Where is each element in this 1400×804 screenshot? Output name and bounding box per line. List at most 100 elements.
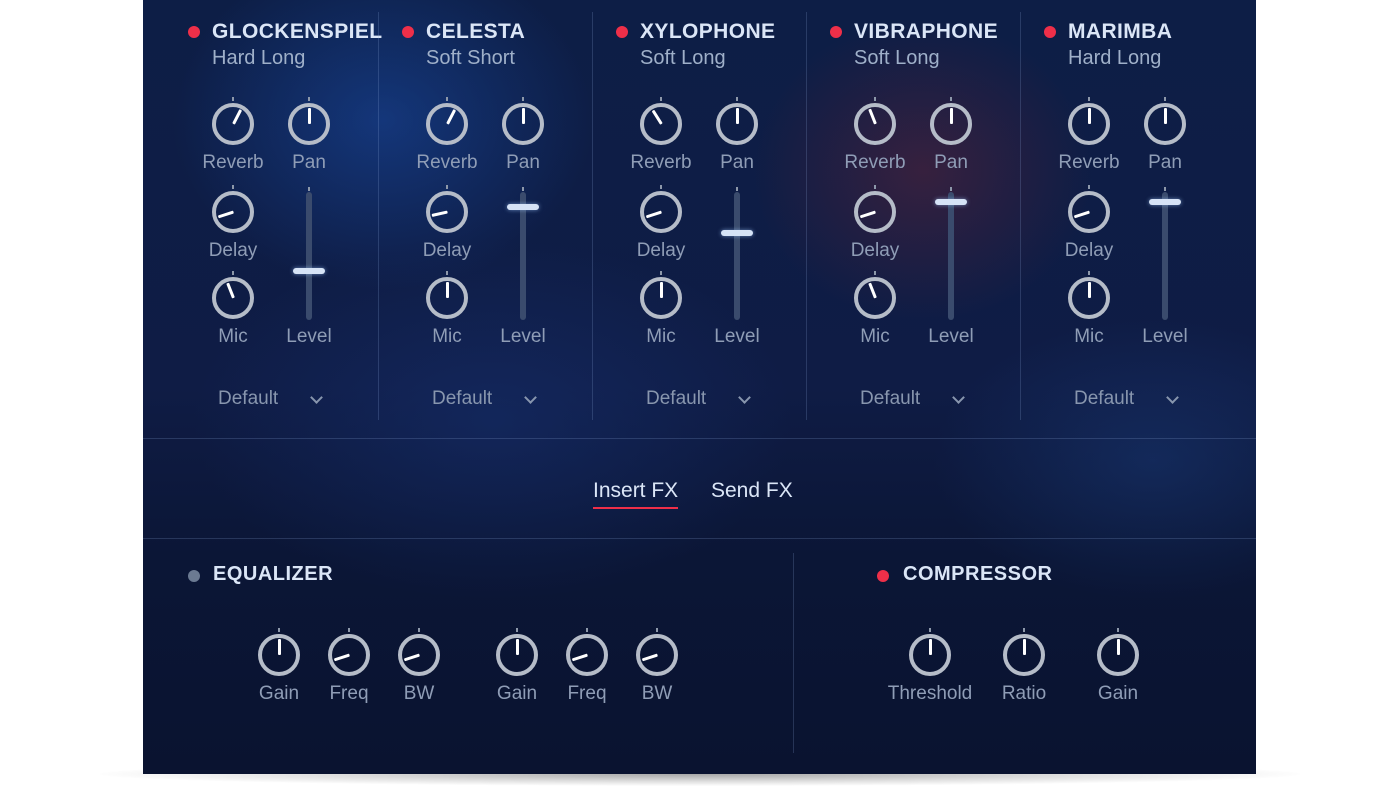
compressor-ratio-center-tick: [1023, 628, 1025, 632]
channel-name: XYLOPHONE: [640, 20, 776, 43]
tab-send-fx[interactable]: Send FX: [711, 479, 793, 503]
pan-center-tick: [522, 97, 524, 101]
eq-band2-freq-knob[interactable]: [566, 628, 608, 676]
eq-band2-gain-center-tick: [516, 628, 518, 632]
channel-preset-name: Soft Long: [640, 47, 726, 69]
eq-band1-gain-knob[interactable]: [258, 628, 300, 676]
reverb-knob[interactable]: [1068, 97, 1110, 145]
reverb-knob[interactable]: [854, 97, 896, 145]
level-fader-handle[interactable]: [293, 268, 325, 275]
channel-power-led-icon[interactable]: [402, 26, 414, 38]
pan-knob[interactable]: [1144, 97, 1186, 145]
level-fader-track[interactable]: [734, 192, 740, 320]
compressor-threshold-knob[interactable]: [909, 628, 951, 676]
preset-dropdown[interactable]: Default: [1074, 388, 1134, 410]
mic-center-tick: [232, 271, 234, 275]
delay-knob[interactable]: [212, 185, 254, 233]
reverb-knob[interactable]: [426, 97, 468, 145]
pan-knob[interactable]: [716, 97, 758, 145]
delay-center-tick: [1088, 185, 1090, 189]
pan-center-tick: [1164, 97, 1166, 101]
pan-pointer: [1163, 108, 1167, 124]
chevron-down-icon[interactable]: [738, 391, 751, 404]
pan-label: Pan: [506, 152, 540, 173]
level-fader-tick: [1164, 187, 1166, 191]
compressor-ratio-knob[interactable]: [1003, 628, 1045, 676]
mic-knob[interactable]: [854, 271, 896, 319]
level-fader-track[interactable]: [1162, 192, 1168, 320]
compressor-gain-knob[interactable]: [1097, 628, 1139, 676]
chevron-down-icon[interactable]: [310, 391, 323, 404]
channel-power-led-icon[interactable]: [1044, 26, 1056, 38]
eq-band2-bw-knob[interactable]: [636, 628, 678, 676]
level-fader-handle[interactable]: [507, 204, 539, 211]
eq-band1-gain-center-tick: [278, 628, 280, 632]
channel-power-led-icon[interactable]: [830, 26, 842, 38]
reverb-pointer: [1087, 108, 1091, 124]
level-label: Level: [714, 326, 760, 347]
delay-center-tick: [874, 185, 876, 189]
level-label: Level: [1142, 326, 1188, 347]
mic-knob[interactable]: [426, 271, 468, 319]
pan-knob[interactable]: [930, 97, 972, 145]
mic-center-tick: [660, 271, 662, 275]
level-fader-track[interactable]: [306, 192, 312, 320]
chevron-down-icon[interactable]: [1166, 391, 1179, 404]
delay-pointer: [859, 210, 876, 219]
eq-band1-bw-knob[interactable]: [398, 628, 440, 676]
mic-knob[interactable]: [212, 271, 254, 319]
mic-knob[interactable]: [640, 271, 682, 319]
instrument-panel: GLOCKENSPIEL Hard Long Reverb Pan Delay Mic Le…: [143, 0, 1256, 774]
preset-dropdown[interactable]: Default: [860, 388, 920, 410]
pan-knob[interactable]: [502, 97, 544, 145]
level-fader-track[interactable]: [520, 192, 526, 320]
preset-dropdown[interactable]: Default: [646, 388, 706, 410]
mic-center-tick: [874, 271, 876, 275]
reverb-center-tick: [446, 97, 448, 101]
level-fader-handle[interactable]: [1149, 199, 1181, 206]
delay-pointer: [1073, 210, 1090, 219]
chevron-down-icon[interactable]: [952, 391, 965, 404]
delay-label: Delay: [1064, 240, 1114, 261]
level-fader-handle[interactable]: [721, 229, 753, 236]
pan-label: Pan: [934, 152, 968, 173]
delay-knob[interactable]: [854, 185, 896, 233]
delay-pointer: [645, 210, 662, 219]
eq-band2-bw-pointer: [641, 653, 658, 662]
eq-band1-freq-knob[interactable]: [328, 628, 370, 676]
eq-band1-freq-pointer: [333, 653, 350, 662]
reverb-knob[interactable]: [640, 97, 682, 145]
level-fader-track[interactable]: [948, 192, 954, 320]
eq-band1-bw-pointer: [403, 653, 420, 662]
pan-knob[interactable]: [288, 97, 330, 145]
delay-pointer: [431, 210, 448, 217]
equalizer-power-led-icon[interactable]: [188, 570, 200, 582]
pan-label: Pan: [1148, 152, 1182, 173]
eq-band1-gain-pointer: [277, 639, 281, 655]
delay-knob[interactable]: [426, 185, 468, 233]
mic-pointer: [867, 282, 877, 299]
channel-power-led-icon[interactable]: [616, 26, 628, 38]
chevron-down-icon[interactable]: [524, 391, 537, 404]
tab-insert-fx[interactable]: Insert FX: [593, 479, 679, 509]
eq-band2-gain-knob[interactable]: [496, 628, 538, 676]
eq-band2-bw-center-tick: [656, 628, 658, 632]
level-fader-handle[interactable]: [935, 199, 967, 206]
pan-label: Pan: [292, 152, 326, 173]
divider-top: [143, 438, 1256, 439]
delay-knob[interactable]: [640, 185, 682, 233]
preset-dropdown[interactable]: Default: [432, 388, 492, 410]
compressor-gain-pointer: [1116, 639, 1120, 655]
compressor-power-led-icon[interactable]: [877, 570, 889, 582]
delay-knob[interactable]: [1068, 185, 1110, 233]
reverb-knob[interactable]: [212, 97, 254, 145]
delay-center-tick: [660, 185, 662, 189]
reverb-center-tick: [1088, 97, 1090, 101]
pan-center-tick: [308, 97, 310, 101]
channel-strip-glockenspiel: GLOCKENSPIEL Hard Long Reverb Pan Delay Mic Le…: [143, 0, 382, 438]
preset-dropdown[interactable]: Default: [218, 388, 278, 410]
mic-knob[interactable]: [1068, 271, 1110, 319]
channel-power-led-icon[interactable]: [188, 26, 200, 38]
channel-name: MARIMBA: [1068, 20, 1173, 43]
reverb-pointer: [651, 110, 663, 125]
